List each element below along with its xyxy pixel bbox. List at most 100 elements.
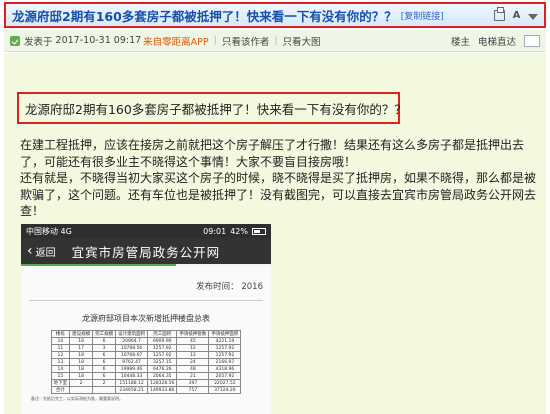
- document-note: 备注：先抵后完工，以实际测绘为准，最重要说明。: [31, 396, 123, 401]
- floor-label: 楼主: [450, 36, 470, 48]
- table-cell: 20964.7: [115, 337, 149, 345]
- table-body: 10 18 6 20964.7 6909.90 45 4221.19 11 17 3 10768.5…: [50, 337, 242, 394]
- table-cell: 14: [50, 365, 71, 373]
- table-cell: 2166.97: [208, 358, 242, 366]
- title-tools: A: [494, 6, 538, 21]
- table-cell: 6: [92, 372, 117, 380]
- status-right: 09:01 42%: [203, 227, 266, 236]
- table-cell: 12: [176, 351, 210, 359]
- author-only-link[interactable]: 只看该作者: [222, 34, 270, 48]
- publish-time: 发布时间： 2016: [196, 282, 263, 292]
- table-cell: 地下室: [50, 379, 71, 387]
- font-size-icon[interactable]: A: [511, 10, 522, 21]
- table-row: 14 18 6 19989.46 6476.26 48 4318.96: [50, 365, 242, 373]
- table-cell: 17: [69, 344, 94, 352]
- table-cell: 149933.86: [147, 386, 178, 394]
- document-divider: [29, 300, 263, 301]
- table-cell: 18: [69, 337, 94, 345]
- table-cell: 1257.92: [208, 351, 242, 359]
- table-header-row: 楼栋 建设规模 完工规模 设计建筑面积 完工面积 申请抵押套数 申请抵押面积: [50, 330, 242, 338]
- elevator-label: 电梯直达: [477, 36, 516, 48]
- table-row: 地下室 2 2 151188.12 128328.56 397 22027.52: [50, 379, 242, 387]
- table-cell: 1257.92: [208, 344, 242, 352]
- table-header-cell: 建设规模: [69, 330, 94, 338]
- table-cell: 24: [176, 358, 210, 366]
- table-cell: 10768.67: [115, 351, 149, 359]
- table-cell: [92, 386, 117, 394]
- screenshot-image[interactable]: 中国移动 4G 09:01 42% ‹ 返回 宜宾市房管局政务公开网 发布时间：…: [21, 224, 271, 414]
- document-title: 龙源府邸项目本次新增抵押楼盘总表: [82, 314, 210, 323]
- posted-label: 发表于: [24, 36, 53, 48]
- network-label: 4G: [60, 226, 72, 236]
- posted-time: 2017-10-31 09:17: [55, 35, 142, 46]
- table-cell: 18: [69, 365, 94, 373]
- table-header-cell: 申请抵押面积: [208, 330, 242, 338]
- table-cell: 6: [92, 337, 117, 345]
- divider: |: [274, 35, 278, 46]
- table-cell: 15: [50, 372, 71, 380]
- table-cell: 11: [50, 344, 71, 352]
- floor-tools: 楼主 电梯直达: [451, 34, 540, 48]
- carrier-label: 中国移动: [26, 226, 58, 236]
- back-arrow-icon: ‹: [27, 243, 33, 259]
- table-cell: 3257.15: [147, 358, 178, 366]
- table-cell: 10448.33: [115, 372, 149, 380]
- table-cell: 10: [50, 337, 71, 345]
- table-cell: 6: [92, 358, 117, 366]
- table-cell: 6909.90: [147, 337, 178, 345]
- table-row: 合计 234658.21 149933.86 757 37324.26: [50, 386, 242, 394]
- document-page: 发布时间： 2016 龙源府邸项目本次新增抵押楼盘总表 楼栋 建设规模 完工规模 设计…: [21, 266, 271, 414]
- print-icon[interactable]: [494, 6, 505, 21]
- table-cell: 6476.26: [147, 365, 178, 373]
- battery-icon: [252, 227, 266, 235]
- post-body: 在建工程抵押，应该在接房之前就把这个房子解压了才行撒！结果还有这么多房子都是抵押…: [20, 137, 540, 220]
- table-header-cell: 设计建筑面积: [115, 330, 149, 338]
- next-thread-icon[interactable]: [528, 14, 538, 20]
- table-cell: 37324.26: [208, 386, 242, 394]
- table-cell: 9762.47: [115, 358, 149, 366]
- table-row: 13 18 6 9762.47 3257.15 24 2166.97: [50, 358, 242, 366]
- nav-title: 宜宾市房管局政务公开网: [71, 244, 221, 260]
- post-meta-bar: 发表于 2017-10-31 09:17 来自零距离APP | 只看该作者 | …: [4, 30, 546, 52]
- table-cell: 1257.92: [147, 351, 178, 359]
- table-header-cell: 楼栋: [50, 330, 71, 338]
- table-cell: [69, 386, 94, 394]
- table-cell: 12: [176, 344, 210, 352]
- table-cell: 10768.56: [115, 344, 149, 352]
- table-row: 11 17 3 10768.56 1257.92 12 1257.92: [50, 344, 242, 352]
- table-cell: 4318.96: [208, 365, 242, 373]
- table-cell: 21: [176, 372, 210, 380]
- post-heading: 龙源府邸2期有160多套房子都被抵押了！快来看一下有没有你的？？: [17, 92, 407, 124]
- table-cell: 397: [176, 379, 210, 387]
- table-cell: 1257.92: [147, 344, 178, 352]
- large-image-link[interactable]: 只看大图: [283, 34, 321, 48]
- table-cell: 18: [69, 358, 94, 366]
- divider: |: [213, 35, 217, 46]
- floor-number-input[interactable]: [524, 34, 540, 47]
- post-content: 龙源府邸2期有160多套房子都被抵押了！快来看一下有没有你的？？ 在建工程抵押，…: [4, 53, 546, 414]
- table-cell: 3: [92, 344, 117, 352]
- table-cell: 151188.12: [115, 379, 149, 387]
- back-label: 返回: [35, 247, 56, 259]
- phone-nav-bar: ‹ 返回 宜宾市房管局政务公开网: [21, 238, 271, 264]
- table-cell: 合计: [50, 386, 71, 394]
- clock-label: 09:01: [203, 226, 227, 236]
- copy-link[interactable]: [复制链接]: [401, 9, 444, 22]
- table-cell: 757: [176, 386, 210, 394]
- table-cell: 4221.19: [208, 337, 242, 345]
- phone-status-bar: 中国移动 4G 09:01 42%: [21, 224, 271, 238]
- post-source[interactable]: 来自零距离APP: [143, 34, 208, 48]
- table-cell: 2: [92, 379, 117, 387]
- table-cell: 234658.21: [115, 386, 149, 394]
- online-status-icon: [10, 35, 20, 46]
- table-header-cell: 完工规模: [92, 330, 117, 338]
- table-header-cell: 完工面积: [147, 330, 178, 338]
- table-cell: 45: [176, 337, 210, 345]
- table-cell: 12: [50, 351, 71, 359]
- table-cell: 2057.92: [208, 372, 242, 380]
- table-cell: 6: [92, 365, 117, 373]
- table-cell: 22027.52: [208, 379, 242, 387]
- table-header-cell: 申请抵押套数: [176, 330, 210, 338]
- table-row: 12 18 6 10768.67 1257.92 12 1257.92: [50, 351, 242, 359]
- table-cell: 2064.35: [147, 372, 178, 380]
